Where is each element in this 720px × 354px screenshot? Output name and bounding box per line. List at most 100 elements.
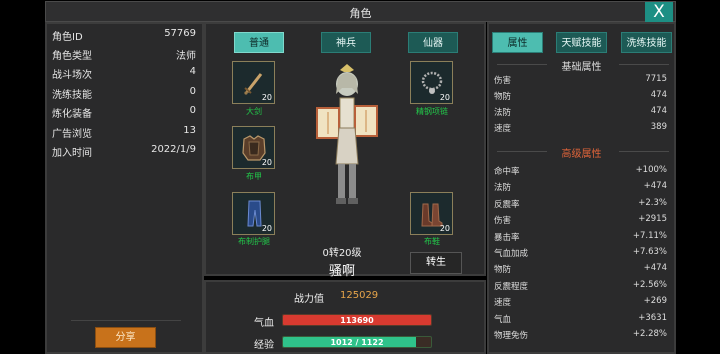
attribute-value: +269	[643, 296, 667, 307]
title-bar: 角色 X	[45, 1, 676, 23]
tab-immortal-artifact[interactable]: 仙器	[408, 32, 458, 53]
advanced-attributes-title: 高级属性	[561, 149, 602, 160]
info-label: 洗练技能	[52, 90, 92, 101]
necklace-name: 精钢项链	[416, 107, 448, 116]
attribute-label: 暴击率	[494, 232, 520, 243]
attribute-label: 物理免伤	[494, 331, 529, 341]
attribute-row: 反震率 +2.3%	[494, 198, 667, 212]
attribute-label: 速度	[494, 298, 512, 309]
tab-refine-skills[interactable]: 洗练技能	[621, 32, 672, 53]
share-button[interactable]: 分享	[95, 327, 156, 348]
info-value: 2022/1/9	[151, 144, 196, 155]
info-row: 广告浏览 13	[52, 125, 196, 143]
attribute-row: 暴击率 +7.11%	[494, 231, 667, 245]
info-label: 战斗场次	[52, 70, 92, 81]
attribute-label: 物防	[494, 92, 512, 102]
attribute-label: 反震率	[494, 199, 520, 210]
attribute-value: +7.63%	[632, 247, 667, 257]
status-panel: 战力值 125029 气血 113690 经验 1012 / 1122	[204, 280, 486, 354]
attribute-row: 速度 389	[494, 122, 667, 136]
info-value: 法师	[176, 51, 196, 62]
attribute-label: 法防	[494, 183, 512, 194]
slot-level: 20	[439, 224, 450, 233]
attribute-row: 速度 +269	[494, 296, 667, 310]
attribute-row: 法防 +474	[494, 181, 667, 195]
attribute-label: 伤害	[494, 216, 512, 227]
attribute-value: +2.56%	[632, 279, 667, 290]
window-title: 角色	[349, 7, 372, 20]
info-value: 4	[189, 66, 196, 77]
hp-text: 113690	[340, 316, 374, 325]
armor-name: 布甲	[246, 172, 262, 181]
info-label: 加入时间	[52, 148, 92, 159]
attribute-row: 气血 +3631	[494, 313, 667, 327]
level-text: 0转20级	[322, 248, 362, 259]
divider	[71, 320, 181, 321]
attribute-value: +2.28%	[632, 329, 667, 339]
attribute-row: 气血加成 +7.63%	[494, 247, 667, 261]
divider	[619, 151, 669, 152]
character-screen: { "title": "角色", "close_label": "X", "le…	[0, 0, 720, 354]
attribute-row: 物防 +474	[494, 263, 667, 277]
attribute-value: 7715	[645, 74, 667, 84]
divider	[619, 64, 669, 65]
attribute-row: 物防 474	[494, 90, 667, 104]
exp-label: 经验	[254, 340, 274, 351]
attribute-value: +2.3%	[638, 197, 667, 208]
slot-level: 20	[261, 158, 272, 167]
attribute-row: 伤害 7715	[494, 74, 667, 88]
attribute-value: 389	[650, 122, 667, 132]
attribute-row: 命中率 +100%	[494, 165, 667, 179]
attribute-label: 物防	[494, 265, 512, 276]
slot-level: 20	[261, 93, 272, 102]
armor-slot[interactable]: 20	[232, 126, 275, 169]
info-label: 炼化装备	[52, 109, 92, 120]
pants-slot[interactable]: 20	[232, 192, 275, 235]
info-row: 角色ID 57769	[52, 28, 196, 46]
hp-bar: 113690	[282, 314, 432, 326]
tab-talent-skills[interactable]: 天赋技能	[556, 32, 607, 53]
attribute-label: 伤害	[494, 76, 512, 86]
hp-label: 气血	[254, 318, 274, 329]
attribute-value: +100%	[635, 165, 667, 175]
rebirth-button[interactable]: 转生	[410, 252, 462, 274]
attribute-label: 速度	[494, 124, 512, 134]
info-label: 角色ID	[52, 32, 83, 43]
power-value: 125029	[340, 290, 379, 301]
equipment-panel: 普通 神兵 仙器 20 大剑 20 布甲 20 布制护腿 20 精钢项链 20 …	[204, 22, 486, 279]
attribute-value: +7.11%	[632, 230, 667, 241]
attribute-value: +474	[643, 263, 667, 274]
weapon-name: 大剑	[246, 107, 262, 116]
power-label: 战力值	[294, 294, 324, 305]
attribute-label: 法防	[494, 108, 512, 118]
attribute-label: 气血加成	[494, 249, 529, 259]
info-row: 炼化装备 0	[52, 105, 196, 123]
slot-level: 20	[261, 224, 272, 233]
info-value: 0	[189, 105, 196, 116]
weapon-slot[interactable]: 20	[232, 61, 275, 104]
info-value: 57769	[164, 28, 196, 39]
character-info-panel: 角色ID 57769 角色类型 法师 战斗场次 4 洗练技能 0 炼化装备 0 广告浏览 1…	[45, 22, 204, 354]
attribute-value: 474	[650, 106, 667, 116]
pants-name: 布制护腿	[238, 237, 270, 246]
attribute-label: 反震程度	[494, 281, 529, 292]
tab-divine-weapon[interactable]: 神兵	[321, 32, 371, 53]
attribute-value: 474	[650, 90, 667, 100]
character-avatar	[312, 64, 382, 220]
info-label: 角色类型	[52, 51, 92, 62]
attribute-row: 物理免伤 +2.28%	[494, 329, 667, 343]
slot-level: 20	[439, 93, 450, 102]
exp-text: 1012 / 1122	[330, 338, 384, 347]
boots-slot[interactable]: 20	[410, 192, 453, 235]
attribute-value: +2915	[638, 214, 667, 225]
basic-attributes-title: 基础属性	[561, 62, 602, 73]
info-value: 0	[189, 86, 196, 97]
info-row: 洗练技能 0	[52, 86, 196, 104]
necklace-slot[interactable]: 20	[410, 61, 453, 104]
tab-normal[interactable]: 普通	[234, 32, 284, 53]
attribute-row: 伤害 +2915	[494, 214, 667, 228]
close-button[interactable]: X	[645, 2, 673, 23]
attributes-panel: 属性 天赋技能 洗练技能 基础属性 伤害 7715 物防 474 法防 474 速度 389 …	[487, 22, 676, 354]
tab-attributes[interactable]: 属性	[492, 32, 543, 53]
info-label: 广告浏览	[52, 129, 92, 140]
